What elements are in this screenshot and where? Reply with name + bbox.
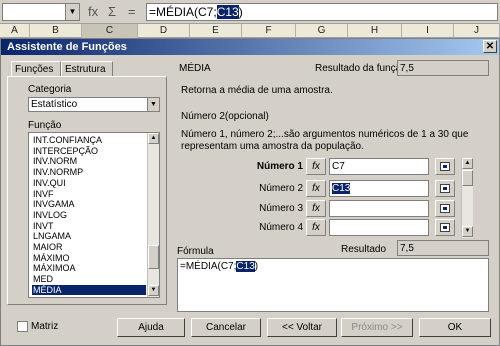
function-wizard-icon[interactable]: fx bbox=[88, 3, 98, 21]
cancel-button[interactable]: Cancelar bbox=[191, 318, 261, 337]
list-item-selected[interactable]: MÉDIA bbox=[32, 284, 146, 296]
formula-label: Fórmula bbox=[177, 246, 214, 257]
list-item[interactable]: INV.NORM bbox=[32, 156, 146, 167]
chevron-down-icon[interactable]: ▼ bbox=[147, 98, 159, 111]
column-header[interactable]: E bbox=[190, 24, 242, 38]
formula-input[interactable]: =MÉDIA(C7;C13) bbox=[146, 3, 498, 21]
list-item[interactable]: MÁXIMOA bbox=[32, 263, 146, 274]
scroll-up-icon[interactable]: ▲ bbox=[148, 133, 159, 144]
column-header[interactable]: A bbox=[0, 24, 30, 38]
dialog-titlebar[interactable]: Assistente de Funções ✕ bbox=[1, 39, 499, 55]
list-item[interactable]: LNGAMA bbox=[32, 231, 146, 242]
list-item[interactable]: INVGAMA bbox=[32, 199, 146, 210]
column-header[interactable]: J bbox=[454, 24, 500, 38]
formula-textarea[interactable]: =MÉDIA(C7;C13) bbox=[177, 258, 489, 312]
chevron-down-icon[interactable]: ▼ bbox=[65, 4, 79, 20]
scroll-up-icon[interactable]: ▲ bbox=[462, 158, 473, 169]
next-button[interactable]: Próximo >> bbox=[341, 318, 413, 337]
arguments-scrollbar[interactable]: ▲ ▼ bbox=[461, 158, 473, 238]
function-result-label: Resultado da função bbox=[315, 63, 407, 74]
formula-area-text-end: ) bbox=[254, 261, 259, 272]
shrink-icon[interactable] bbox=[435, 180, 455, 197]
argument-description: Número 1, número 2;...são argumentos num… bbox=[181, 129, 469, 152]
arg-label-1: Número 1 bbox=[256, 161, 303, 172]
formula-area-text: =MÉDIA(C7; bbox=[180, 261, 237, 272]
column-header[interactable]: D bbox=[138, 24, 190, 38]
ok-button[interactable]: OK bbox=[419, 318, 491, 337]
list-item[interactable]: MED bbox=[32, 274, 146, 285]
function-label: Função bbox=[28, 120, 62, 131]
formula-text-end: ) bbox=[238, 5, 243, 19]
sum-icon[interactable]: Σ bbox=[108, 3, 116, 21]
fx-button-3[interactable]: fx bbox=[306, 200, 326, 217]
arg-label-4: Número 4 bbox=[259, 222, 303, 233]
category-label: Categoria bbox=[28, 84, 72, 95]
list-item[interactable]: MÁXIMO bbox=[32, 253, 146, 264]
list-item[interactable]: INVLOG bbox=[32, 210, 146, 221]
scroll-down-icon[interactable]: ▼ bbox=[462, 226, 473, 237]
fx-button-1[interactable]: fx bbox=[306, 158, 326, 175]
equals-icon[interactable]: = bbox=[128, 3, 136, 21]
argument-title: Número 2(opcional) bbox=[181, 111, 269, 122]
function-name: MÉDIA bbox=[179, 63, 211, 74]
tab-functions-label: Funções bbox=[15, 64, 54, 75]
function-list[interactable]: INT.CONFIANÇA INTERCEPÇÃO INV.NORM INV.N… bbox=[28, 132, 160, 298]
column-header[interactable]: F bbox=[242, 24, 296, 38]
tab-structure-label: Estrutura bbox=[65, 64, 106, 75]
shrink-icon[interactable] bbox=[435, 200, 455, 217]
back-button[interactable]: << Voltar bbox=[267, 318, 337, 337]
formula-bar: ▼ fx Σ = =MÉDIA(C7;C13) bbox=[0, 0, 500, 24]
tab-structure[interactable]: Estrutura bbox=[61, 61, 113, 77]
arg-label-3: Número 3 bbox=[259, 203, 303, 214]
shrink-icon[interactable] bbox=[435, 158, 455, 175]
result-value: 7,5 bbox=[397, 240, 489, 256]
scroll-thumb[interactable] bbox=[462, 170, 473, 186]
formula-area-selected: C13 bbox=[236, 261, 255, 272]
arg-input-1[interactable]: C7 bbox=[329, 158, 429, 175]
help-button[interactable]: Ajuda bbox=[117, 318, 185, 337]
formula-text: =MÉDIA(C7; bbox=[149, 5, 217, 19]
column-header[interactable]: C bbox=[82, 24, 138, 38]
column-header-row: A B C D E F G H I J bbox=[0, 24, 500, 38]
category-value: Estatístico bbox=[31, 99, 78, 110]
arg-input-2[interactable]: C13 bbox=[329, 180, 429, 197]
arg-input-2-value: C13 bbox=[332, 183, 351, 194]
scroll-thumb[interactable] bbox=[148, 245, 159, 269]
list-item[interactable]: INVT bbox=[32, 221, 146, 232]
column-header[interactable]: I bbox=[402, 24, 454, 38]
result-label: Resultado bbox=[341, 244, 387, 255]
fx-button-4[interactable]: fx bbox=[306, 219, 326, 236]
scroll-down-icon[interactable]: ▼ bbox=[148, 285, 159, 296]
matrix-checkbox[interactable] bbox=[17, 321, 28, 332]
function-description: Retorna a média de uma amostra. bbox=[181, 85, 333, 96]
name-box[interactable]: ▼ bbox=[2, 3, 80, 21]
column-header[interactable]: G bbox=[296, 24, 348, 38]
list-item[interactable]: INTERCEPÇÃO bbox=[32, 146, 146, 157]
list-item[interactable]: INV.NORMP bbox=[32, 167, 146, 178]
arg-input-4[interactable] bbox=[329, 219, 429, 236]
fx-button-2[interactable]: fx bbox=[306, 180, 326, 197]
function-wizard-dialog: Assistente de Funções ✕ Funções Estrutur… bbox=[0, 38, 500, 346]
arg-label-2: Número 2 bbox=[259, 183, 303, 194]
column-header[interactable]: H bbox=[348, 24, 402, 38]
list-item[interactable]: INVF bbox=[32, 189, 146, 200]
dialog-title: Assistente de Funções bbox=[7, 41, 127, 53]
column-header[interactable]: B bbox=[30, 24, 82, 38]
shrink-icon[interactable] bbox=[435, 219, 455, 236]
function-result-value: 7,5 bbox=[397, 60, 489, 76]
tab-functions[interactable]: Funções bbox=[11, 61, 61, 77]
category-select[interactable]: Estatístico ▼ bbox=[28, 97, 160, 112]
matrix-label: Matriz bbox=[31, 321, 59, 332]
list-item[interactable]: MAIOR bbox=[32, 242, 146, 253]
arg-input-3[interactable] bbox=[329, 200, 429, 217]
function-list-scrollbar[interactable]: ▲ ▼ bbox=[147, 133, 159, 297]
formula-selected-ref: C13 bbox=[216, 5, 239, 19]
list-item[interactable]: INT.CONFIANÇA bbox=[32, 135, 146, 146]
list-item[interactable]: INV.QUI bbox=[32, 178, 146, 189]
close-icon[interactable]: ✕ bbox=[483, 40, 497, 53]
